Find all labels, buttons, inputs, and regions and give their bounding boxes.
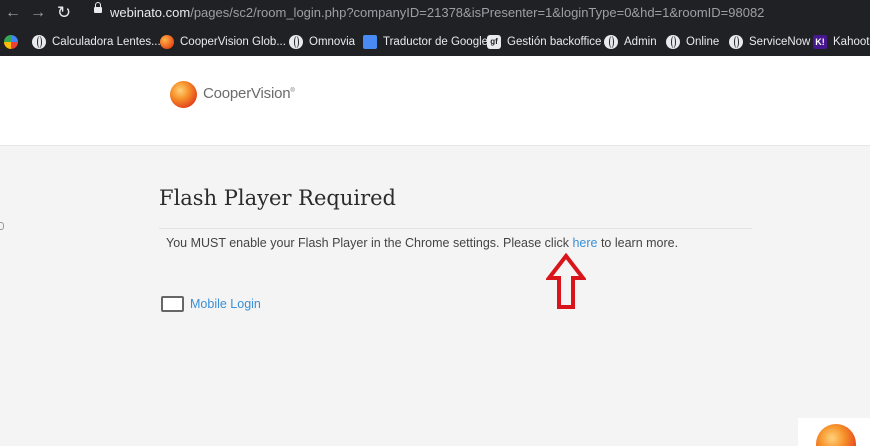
bookmark-label: Kahoot! [833, 36, 870, 48]
browser-toolbar: ← → ↻ webinato.com/pages/sc2/room_login.… [0, 0, 870, 27]
brand-logo-text: CooperVision® [203, 85, 295, 102]
bookmark-label: Traductor de Google [383, 36, 489, 48]
bookmark-label: Gestión backoffice [507, 36, 602, 48]
bookmark-item[interactable]: ServiceNow [729, 32, 810, 52]
coopervision-icon [160, 35, 174, 49]
bookmark-label: ServiceNow [749, 36, 811, 48]
message-text-before: You MUST enable your Flash Player in the… [166, 236, 573, 250]
page-title: Flash Player Required [159, 186, 396, 210]
translate-icon [363, 35, 377, 49]
bookmarks-bar: Calculadora Lentes... CooperVision Glob.… [0, 27, 870, 56]
url-text[interactable]: webinato.com/pages/sc2/room_login.php?co… [110, 4, 764, 21]
globe-icon [32, 35, 46, 49]
bookmark-item[interactable]: Online [666, 32, 719, 52]
coopervision-ball-icon [816, 424, 856, 446]
globe-icon [666, 35, 680, 49]
bookmark-label: Calculadora Lentes... [52, 36, 161, 48]
coopervision-logo-icon [170, 81, 197, 108]
flash-message: You MUST enable your Flash Player in the… [166, 236, 678, 250]
bookmark-item[interactable]: Admin [604, 32, 657, 52]
page-header: CooperVision® [0, 56, 870, 146]
reload-icon[interactable]: ↻ [53, 3, 75, 23]
bookmark-label: CooperVision Glob... [180, 36, 286, 48]
back-arrow-icon[interactable]: ← [2, 3, 24, 23]
forward-arrow-icon[interactable]: → [27, 3, 49, 23]
up-arrow-annotation-icon [546, 253, 586, 309]
address-bar[interactable]: webinato.com/pages/sc2/room_login.php?co… [84, 2, 870, 24]
kahoot-icon: K! [813, 35, 827, 49]
bookmark-item[interactable]: Omnovia [289, 32, 355, 52]
message-text-after: to learn more. [597, 236, 679, 250]
bookmark-label: Admin [624, 36, 657, 48]
bookmark-label: Online [686, 36, 720, 48]
globe-icon [604, 35, 618, 49]
main-content: Flash Player Required You MUST enable yo… [0, 146, 870, 446]
bookmark-label: Omnovia [309, 36, 356, 48]
browser-chrome: ← → ↻ webinato.com/pages/sc2/room_login.… [0, 0, 870, 56]
lock-icon[interactable] [94, 2, 102, 13]
edge-marker [0, 222, 4, 230]
corner-widget[interactable] [798, 418, 870, 446]
bookmark-item[interactable]: CooperVision Glob... [160, 32, 286, 52]
apps-bookmark[interactable] [4, 32, 24, 52]
mobile-login-label: Mobile Login [190, 297, 261, 311]
url-domain: webinato.com [110, 5, 191, 20]
url-path: /pages/sc2/room_login.php?companyID=2137… [190, 5, 765, 20]
apps-icon [4, 35, 18, 49]
bookmark-item[interactable]: Traductor de Google [363, 32, 488, 52]
brand-name: CooperVision [203, 85, 291, 102]
divider [159, 228, 752, 229]
learn-more-link[interactable]: here [572, 236, 597, 250]
trademark-mark: ® [290, 88, 295, 94]
mobile-device-icon [161, 296, 184, 312]
gb-icon: gf [487, 35, 501, 49]
mobile-login-button[interactable]: Mobile Login [161, 296, 261, 312]
globe-icon [729, 35, 743, 49]
globe-icon [289, 35, 303, 49]
bookmark-item[interactable]: Calculadora Lentes... [32, 32, 161, 52]
bookmark-item[interactable]: gf Gestión backoffice [487, 32, 601, 52]
bookmark-item[interactable]: K! Kahoot! [813, 32, 870, 52]
